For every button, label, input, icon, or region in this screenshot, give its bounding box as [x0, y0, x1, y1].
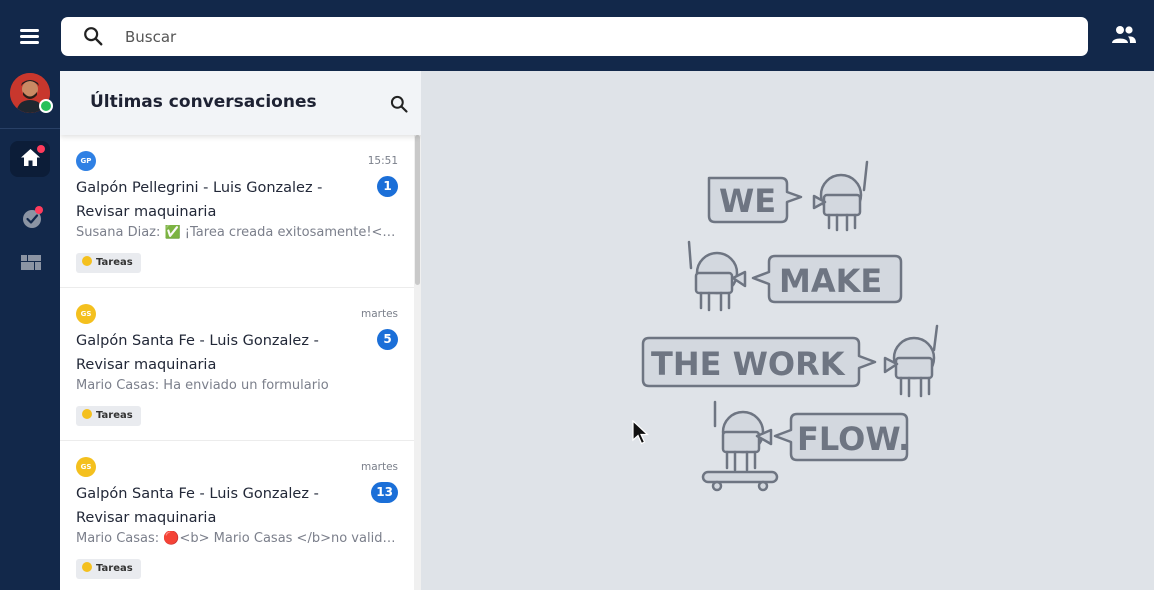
conversation-preview: Mario Casas: 🔴<b> Mario Casas </b>no val…	[76, 531, 398, 546]
panel-title: Últimas conversaciones	[90, 92, 317, 112]
conversation-time: martes	[360, 461, 398, 473]
tag-check-icon	[82, 256, 92, 266]
conversations-panel: Últimas conversaciones GP 15:51 Galpón P…	[60, 71, 421, 590]
search-bar	[61, 17, 1088, 56]
conversation-time: 15:51	[367, 155, 398, 167]
top-bar	[0, 0, 1154, 71]
conversation-title: Galpón Pellegrini - Luis Gonzalez - Revi…	[76, 180, 323, 220]
search-input[interactable]	[125, 24, 1065, 50]
conversation-time: martes	[360, 308, 398, 320]
conversation-tag[interactable]: Tareas	[76, 406, 141, 426]
left-rail	[0, 71, 60, 590]
tag-label: Tareas	[96, 563, 133, 574]
conversation-preview: Susana Diaz: ✅ ¡Tarea creada exitosament…	[76, 225, 398, 240]
nav-board[interactable]	[21, 255, 41, 271]
illustration-text-the-work: THE WORK	[651, 345, 846, 383]
tag-label: Tareas	[96, 410, 133, 421]
scroll-thumb[interactable]	[415, 135, 420, 285]
group-chip: GP	[76, 151, 96, 171]
conversation-item[interactable]: GS martes Galpón Santa Fe - Luis Gonzale…	[60, 441, 414, 590]
search-icon[interactable]	[389, 94, 409, 114]
notification-dot	[37, 145, 45, 153]
nav-home[interactable]	[10, 141, 50, 177]
conversation-title: Galpón Santa Fe - Luis Gonzalez - Revisa…	[76, 486, 319, 526]
conversation-preview: Mario Casas: Ha enviado un formulario	[76, 378, 329, 393]
online-status-dot	[39, 99, 53, 113]
conversation-tag[interactable]: Tareas	[76, 559, 141, 579]
illustration-text-make: MAKE	[779, 262, 882, 300]
tag-check-icon	[82, 409, 92, 419]
people-icon[interactable]	[1111, 25, 1137, 45]
mouse-cursor-icon	[632, 420, 650, 445]
panel-header: Últimas conversaciones	[60, 71, 421, 135]
illustration-text-flow: FLOW.	[797, 420, 910, 458]
board-icon	[21, 255, 41, 270]
illustration-text-we: WE	[719, 182, 776, 220]
group-chip: GS	[76, 457, 96, 477]
conversation-title: Galpón Santa Fe - Luis Gonzalez - Revisa…	[76, 333, 319, 373]
conversation-list: GP 15:51 Galpón Pellegrini - Luis Gonzal…	[60, 135, 414, 590]
tag-label: Tareas	[96, 257, 133, 268]
conversation-item[interactable]: GS martes Galpón Santa Fe - Luis Gonzale…	[60, 288, 414, 441]
search-icon	[84, 27, 103, 46]
unread-badge: 5	[377, 329, 398, 350]
conversation-item[interactable]: GP 15:51 Galpón Pellegrini - Luis Gonzal…	[60, 135, 414, 288]
nav-tasks[interactable]	[21, 206, 43, 229]
rail-divider	[0, 128, 60, 129]
menu-icon[interactable]	[18, 26, 42, 46]
unread-badge: 13	[371, 482, 398, 503]
notification-dot	[35, 206, 43, 214]
main-area: WE MAKE THE WORK FLOW.	[421, 71, 1154, 590]
group-chip: GS	[76, 304, 96, 324]
scrollbar[interactable]	[414, 135, 421, 590]
conversation-tag[interactable]: Tareas	[76, 253, 141, 273]
workflow-illustration: WE MAKE THE WORK FLOW.	[641, 160, 939, 492]
unread-badge: 1	[377, 176, 398, 197]
tag-check-icon	[82, 562, 92, 572]
